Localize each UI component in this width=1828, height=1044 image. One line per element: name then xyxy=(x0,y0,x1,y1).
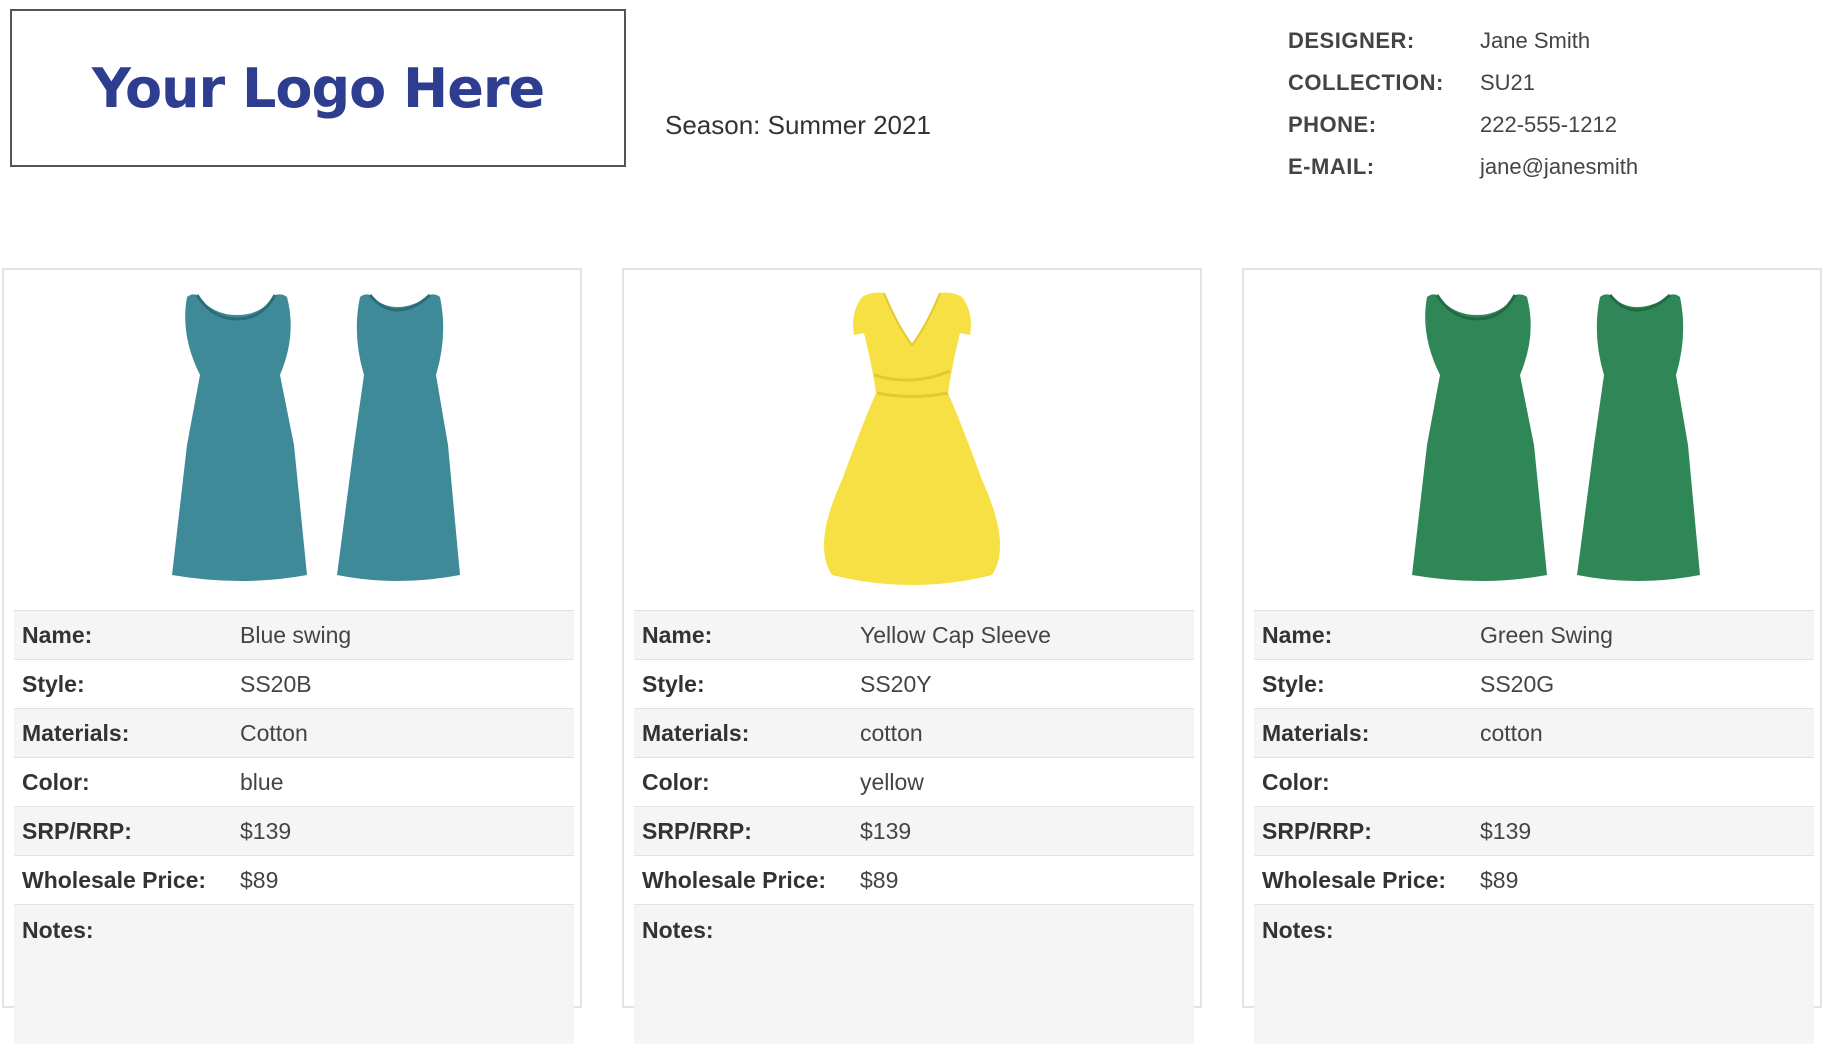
row-value: cotton xyxy=(860,719,923,746)
contact-value: jane@janesmith xyxy=(1480,154,1639,179)
row-value: $89 xyxy=(240,866,279,893)
product-details-table: Name: Yellow Cap Sleeve Style: SS20Y Mater… xyxy=(634,610,1194,1044)
table-row: Color: blue xyxy=(14,757,574,806)
row-label: Color: xyxy=(1262,768,1330,795)
table-row: Color: xyxy=(1254,757,1814,806)
row-label: SRP/RRP: xyxy=(22,817,132,844)
dress-back xyxy=(337,293,460,581)
product-image xyxy=(12,270,572,610)
dress-front xyxy=(172,294,307,581)
contact-row-phone: PHONE: 222-555-1212 xyxy=(1288,104,1638,146)
product-details-table: Name: Green Swing Style: SS20G Materials: c… xyxy=(1254,610,1814,1044)
table-row: Materials: cotton xyxy=(1254,708,1814,757)
row-value: blue xyxy=(240,768,284,795)
dress-image-blue xyxy=(172,293,460,581)
table-row: Materials: Cotton xyxy=(14,708,574,757)
row-label: Materials: xyxy=(1262,719,1370,746)
contact-label: E-MAIL: xyxy=(1288,154,1375,179)
row-value: SS20Y xyxy=(860,670,932,697)
row-label: Name: xyxy=(22,621,93,648)
contact-value: SU21 xyxy=(1480,70,1536,95)
table-row: Materials: cotton xyxy=(634,708,1194,757)
row-value: yellow xyxy=(860,768,924,795)
row-label: Materials: xyxy=(642,719,750,746)
row-label: Color: xyxy=(22,768,90,795)
table-row: Style: SS20Y xyxy=(634,659,1194,708)
season-label: Season: Summer 2021 xyxy=(665,110,931,140)
contact-row-designer: DESIGNER: Jane Smith xyxy=(1288,20,1638,62)
contact-value: Jane Smith xyxy=(1480,28,1591,53)
row-value: Green Swing xyxy=(1480,621,1613,648)
row-label: SRP/RRP: xyxy=(642,817,752,844)
row-value: cotton xyxy=(1480,719,1543,746)
contact-value: 222-555-1212 xyxy=(1480,112,1618,137)
row-label: Wholesale Price: xyxy=(1262,866,1447,893)
table-row: Color: yellow xyxy=(634,757,1194,806)
row-value: $139 xyxy=(1480,817,1532,844)
table-row: Style: SS20G xyxy=(1254,659,1814,708)
row-label: Notes: xyxy=(642,917,714,943)
row-value: Cotton xyxy=(240,719,308,746)
contact-label: PHONE: xyxy=(1288,112,1377,137)
row-label: Materials: xyxy=(22,719,130,746)
contact-row-collection: COLLECTION: SU21 xyxy=(1288,62,1638,104)
row-value: $139 xyxy=(860,817,912,844)
logo-placeholder: Your Logo Here xyxy=(10,9,626,167)
table-row-notes: Notes: xyxy=(1254,904,1814,1044)
table-row-notes: Notes: xyxy=(14,904,574,1044)
row-label: Name: xyxy=(1262,621,1333,648)
table-row: SRP/RRP: $139 xyxy=(14,806,574,855)
product-image xyxy=(1252,270,1812,610)
row-label: Notes: xyxy=(1262,917,1334,943)
table-row: Name: Yellow Cap Sleeve xyxy=(634,610,1194,659)
row-value: $89 xyxy=(860,866,899,893)
row-label: Style: xyxy=(22,670,85,697)
dress-back xyxy=(1577,293,1700,581)
row-label: Style: xyxy=(642,670,705,697)
contact-label: COLLECTION: xyxy=(1288,70,1444,95)
product-details-table: Name: Blue swing Style: SS20B Materials: Co… xyxy=(14,610,574,1044)
row-label: Wholesale Price: xyxy=(22,866,207,893)
dress-image-green xyxy=(1412,293,1700,581)
dress-front xyxy=(824,292,1000,585)
row-value: Blue swing xyxy=(240,621,352,648)
contact-row-email: E-MAIL: jane@janesmith xyxy=(1288,146,1638,188)
dress-image-yellow xyxy=(824,292,1000,585)
table-row: Wholesale Price: $89 xyxy=(14,855,574,904)
product-card-yellow-cap-sleeve: Name: Yellow Cap Sleeve Style: SS20Y Mater… xyxy=(622,268,1202,1044)
row-value: Yellow Cap Sleeve xyxy=(860,621,1051,648)
table-row-notes: Notes: xyxy=(634,904,1194,1044)
row-value: SS20B xyxy=(240,670,312,697)
row-label: Wholesale Price: xyxy=(642,866,827,893)
dress-front xyxy=(1412,294,1547,581)
row-value: SS20G xyxy=(1480,670,1555,697)
table-row: Style: SS20B xyxy=(14,659,574,708)
table-row: Wholesale Price: $89 xyxy=(634,855,1194,904)
table-row: Name: Blue swing xyxy=(14,610,574,659)
row-label: Notes: xyxy=(22,917,94,943)
table-row: Wholesale Price: $89 xyxy=(1254,855,1814,904)
row-value: $139 xyxy=(240,817,292,844)
table-row: Name: Green Swing xyxy=(1254,610,1814,659)
product-card-blue-swing: Name: Blue swing Style: SS20B Materials: Co… xyxy=(2,268,582,1044)
row-label: Color: xyxy=(642,768,710,795)
row-label: SRP/RRP: xyxy=(1262,817,1372,844)
product-card-green-swing: Name: Green Swing Style: SS20G Materials: c… xyxy=(1242,268,1822,1044)
logo-text: Your Logo Here xyxy=(91,56,545,120)
table-row: SRP/RRP: $139 xyxy=(1254,806,1814,855)
row-value: $89 xyxy=(1480,866,1519,893)
contact-label: DESIGNER: xyxy=(1288,28,1415,53)
row-label: Name: xyxy=(642,621,713,648)
table-row: SRP/RRP: $139 xyxy=(634,806,1194,855)
row-label: Style: xyxy=(1262,670,1325,697)
contact-block: DESIGNER: Jane Smith COLLECTION: SU21 PH… xyxy=(1288,20,1638,188)
product-image xyxy=(632,270,1192,610)
